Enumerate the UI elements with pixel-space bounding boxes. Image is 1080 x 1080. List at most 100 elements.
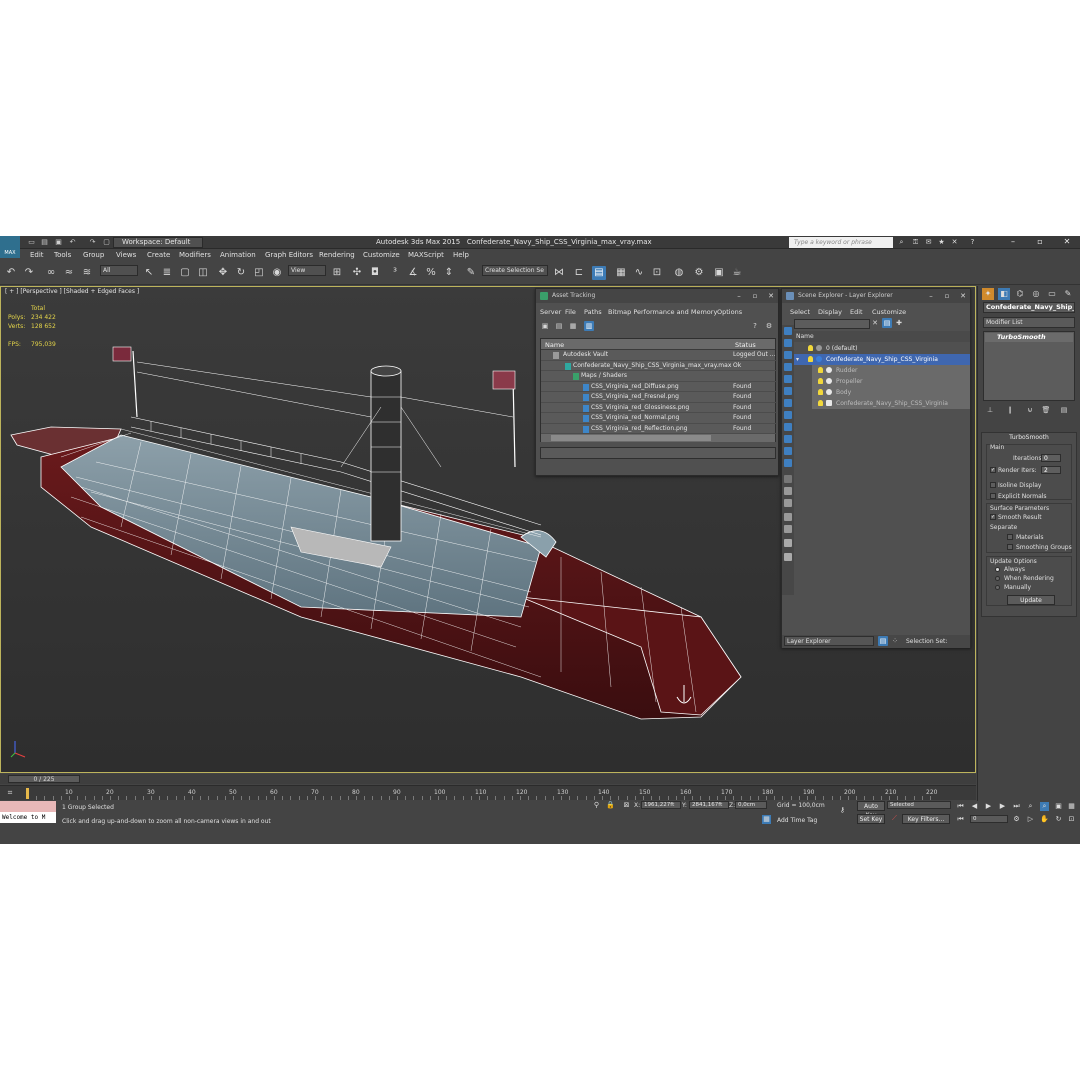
xrefs-filter-icon[interactable] <box>784 447 792 455</box>
edit-named-sel-icon[interactable]: ✎ <box>464 266 478 280</box>
cameras-filter-icon[interactable] <box>784 399 792 407</box>
space-warps-filter-icon[interactable] <box>784 423 792 431</box>
scrollbar-thumb[interactable] <box>551 435 711 441</box>
new-layer-icon[interactable]: ✚ <box>894 318 904 328</box>
graphite-toggle-icon[interactable]: ▦ <box>614 266 628 280</box>
selection-mode-icon[interactable]: ⁘ <box>890 636 900 646</box>
maxscript-listener[interactable]: Welcome to M <box>0 801 56 823</box>
render-iters-checkbox[interactable]: ✓ <box>990 467 996 473</box>
modifier-list-dropdown[interactable]: Modifier List <box>983 317 1075 328</box>
subscription-icon[interactable]: ⚿ <box>911 238 920 247</box>
redo-icon[interactable]: ↷ <box>22 266 36 280</box>
filter-icon[interactable] <box>784 487 792 495</box>
previous-frame-icon[interactable]: ◀ <box>970 802 979 811</box>
table-row[interactable]: CSS_Virginia_red_Diffuse.png Found <box>541 382 777 392</box>
zoom-all-icon[interactable]: ⌕ <box>1040 802 1049 811</box>
mirror-icon[interactable]: ⋈ <box>552 266 566 280</box>
remove-modifier-icon[interactable]: 🗑 <box>1040 404 1052 416</box>
undo-icon[interactable]: ↶ <box>68 238 77 247</box>
object-row-group[interactable]: Confederate_Navy_Ship_CSS_Virginia <box>812 398 970 409</box>
at-menu-bitmap-performance[interactable]: Bitmap Performance and Memory <box>608 308 717 316</box>
lights-filter-icon[interactable] <box>784 387 792 395</box>
se-search-input[interactable] <box>794 319 870 329</box>
maximize-button[interactable]: ▫ <box>1031 236 1049 249</box>
zoom-extents-icon[interactable]: ▣ <box>1054 802 1063 811</box>
orbit-icon[interactable]: ↻ <box>1054 815 1063 824</box>
at-menu-paths[interactable]: Paths <box>584 308 602 316</box>
auto-key-button[interactable]: Auto Key <box>857 801 885 819</box>
layer-icon[interactable]: ▤ <box>882 318 892 328</box>
layer-explorer-icon[interactable]: ▤ <box>592 266 606 280</box>
iterations-spinner[interactable]: 0 <box>1041 454 1061 462</box>
layer-mode-icon[interactable]: ▤ <box>878 636 888 646</box>
rendered-frame-icon[interactable]: ▣ <box>712 266 726 280</box>
se-col-name[interactable]: Name <box>796 333 814 340</box>
rollout-header[interactable]: TurboSmooth <box>982 433 1076 442</box>
minimize-button[interactable]: – <box>1004 236 1022 249</box>
absolute-mode-icon[interactable]: ⊠ <box>622 801 631 810</box>
smooth-result-checkbox[interactable]: ✓ <box>990 514 996 520</box>
menu-create[interactable]: Create <box>147 251 170 259</box>
table-row[interactable]: CSS_Virginia_red_Reflection.png Found <box>541 424 777 434</box>
col-name[interactable]: Name <box>545 341 564 349</box>
shapes-filter-icon[interactable] <box>784 375 792 383</box>
menu-edit[interactable]: Edit <box>30 251 44 259</box>
table-row[interactable]: Confederate_Navy_Ship_CSS_Virginia_max_v… <box>541 361 777 371</box>
visibility-bulb-icon[interactable] <box>818 389 823 395</box>
align-icon[interactable]: ⊏ <box>572 266 586 280</box>
horizontal-scrollbar[interactable] <box>541 434 775 442</box>
pivot-icon[interactable]: ⊞ <box>330 266 344 280</box>
maximize-button[interactable]: ▫ <box>748 289 762 303</box>
window-crossing-icon[interactable]: ◫ <box>196 266 210 280</box>
percent-snap-icon[interactable]: % <box>424 266 438 280</box>
motion-tab-icon[interactable]: ◎ <box>1030 288 1042 300</box>
set-key-filter-icon[interactable]: ⟋ <box>890 814 899 823</box>
rotate-icon[interactable]: ↻ <box>234 266 248 280</box>
modify-tab-icon[interactable]: ◧ <box>998 288 1010 300</box>
minimize-button[interactable]: – <box>732 289 746 303</box>
pin-stack-icon[interactable]: ⊥ <box>984 404 996 416</box>
isoline-display-checkbox[interactable] <box>990 482 996 488</box>
table-row[interactable]: Autodesk Vault Logged Out ... <box>541 350 777 361</box>
snaps-toggle-icon[interactable]: ³ <box>388 266 402 280</box>
time-config-icon[interactable]: ⚙ <box>1012 815 1021 824</box>
object-name-field[interactable]: Confederate_Navy_Ship_ <box>983 302 1075 313</box>
add-time-tag[interactable]: Add Time Tag <box>777 817 817 824</box>
create-tab-icon[interactable]: ✦ <box>982 288 994 300</box>
move-icon[interactable]: ✥ <box>216 266 230 280</box>
material-editor-icon[interactable]: ◍ <box>672 266 686 280</box>
communication-icon[interactable]: ✉ <box>924 238 933 247</box>
col-status[interactable]: Status <box>735 341 756 349</box>
settings-icon[interactable]: ⚙ <box>764 321 774 331</box>
se-menu-display[interactable]: Display <box>818 308 842 316</box>
workspace-dropdown[interactable]: Workspace: Default <box>113 237 203 248</box>
key-icon[interactable]: ⚷ <box>838 806 847 815</box>
menu-help[interactable]: Help <box>453 251 469 259</box>
update-button[interactable]: Update <box>1007 595 1055 605</box>
visibility-bulb-icon[interactable] <box>818 400 823 406</box>
redo-icon[interactable]: ↷ <box>88 238 97 247</box>
expand-arrow-icon[interactable]: ▾ <box>796 356 799 363</box>
at-menu-options[interactable]: Options <box>717 308 742 316</box>
go-to-end-icon[interactable]: ⏭ <box>1012 802 1021 811</box>
render-iters-spinner[interactable]: 2 <box>1041 466 1061 474</box>
time-slider-thumb[interactable]: 0 / 225 <box>8 775 80 783</box>
zoom-icon[interactable]: ⌕ <box>1026 802 1035 811</box>
placement-icon[interactable]: ◉ <box>270 266 284 280</box>
selection-filter-dropdown[interactable]: All <box>100 265 138 276</box>
schematic-view-icon[interactable]: ⊡ <box>650 266 664 280</box>
select-object-icon[interactable]: ↖ <box>142 266 156 280</box>
lock-icon[interactable] <box>784 539 792 547</box>
stack-item-turbosmooth[interactable]: TurboSmooth <box>985 333 1073 342</box>
scene-explorer-title-bar[interactable]: Scene Explorer - Layer Explorer – ▫ ✕ <box>782 289 970 303</box>
isolate-selection-icon[interactable]: ⚲ <box>592 801 601 810</box>
viewport-label[interactable]: [ + ] [Perspective ] [Shaded + Edged Fac… <box>5 288 139 295</box>
current-frame-marker[interactable] <box>26 788 29 799</box>
minimize-button[interactable]: – <box>924 289 938 303</box>
zoom-extents-all-icon[interactable]: ▦ <box>1067 802 1076 811</box>
bones-filter-icon[interactable] <box>784 459 792 467</box>
render-production-icon[interactable]: ☕ <box>730 266 744 280</box>
rect-selection-icon[interactable]: ▢ <box>178 266 192 280</box>
visibility-bulb-icon[interactable] <box>818 378 823 384</box>
field-of-view-icon[interactable]: ▷ <box>1026 815 1035 824</box>
